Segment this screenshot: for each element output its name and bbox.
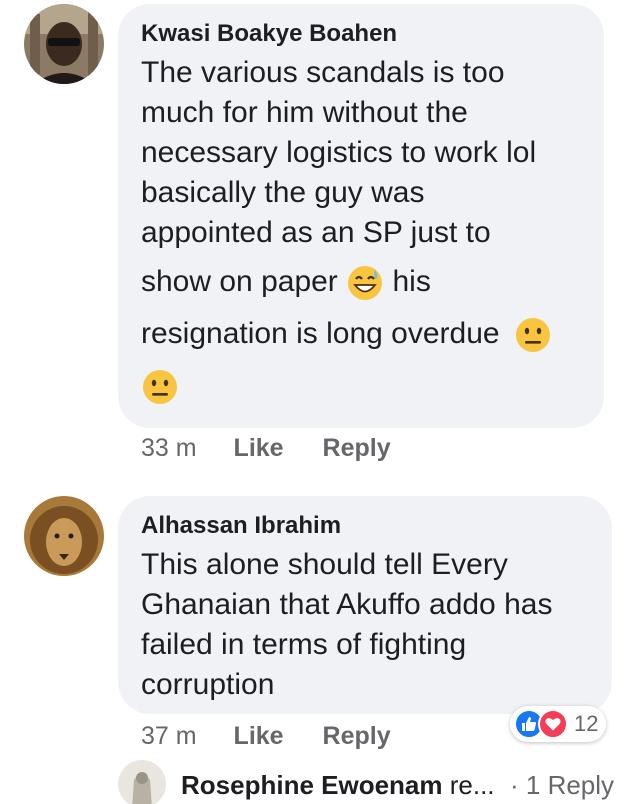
comment-text-line: The various scandals is too	[141, 56, 505, 89]
comment-text-line: basically the guy was	[141, 176, 425, 209]
reply-author[interactable]: Rosephine Ewoenam	[181, 770, 443, 800]
comment-actions: 37 m Like Reply	[141, 722, 391, 751]
neutral-face-emoji	[141, 368, 179, 406]
comment-text: The various scandals is too much for him…	[141, 53, 601, 411]
comment-text-line: failed in terms of fighting	[141, 628, 467, 661]
comment-text-line: This alone should tell Every	[141, 548, 508, 581]
comment-text-line: show on paper his	[141, 257, 601, 307]
love-reaction-icon	[538, 709, 568, 739]
comment-text-segment: show on paper	[141, 265, 338, 298]
reply-snippet: re...	[442, 770, 495, 800]
comment-timestamp[interactable]: 33 m	[141, 434, 197, 463]
comment-timestamp[interactable]: 37 m	[141, 722, 197, 751]
comment-text-line: resignation is long overdue	[141, 307, 601, 361]
like-button[interactable]: Like	[234, 434, 284, 463]
avatar-alhassan[interactable]	[24, 496, 104, 576]
reply-button[interactable]: Reply	[323, 434, 391, 463]
comment-author[interactable]: Kwasi Boakye Boahen	[141, 20, 397, 48]
like-button[interactable]: Like	[234, 722, 284, 751]
comment-text-line: necessary logistics to work lol	[141, 136, 537, 169]
reply-preview[interactable]: Rosephine Ewoenam re...	[181, 770, 495, 801]
reply-button[interactable]: Reply	[323, 722, 391, 751]
avatar-kwasi[interactable]	[24, 4, 104, 84]
comment-actions: 33 m Like Reply	[141, 434, 391, 463]
view-replies-link[interactable]: · 1 Reply	[510, 770, 614, 801]
comment-text-line: corruption	[141, 668, 275, 701]
comment-text: This alone should tell Every Ghanaian th…	[141, 545, 606, 705]
grinning-sweat-emoji	[346, 264, 384, 302]
comment-text-line: much for him without the	[141, 96, 468, 129]
reaction-summary[interactable]: 12	[510, 706, 607, 742]
comment-text-line: Ghanaian that Akuffo addo has	[141, 588, 553, 621]
comment-text-line	[141, 361, 601, 411]
comment-text-line: appointed as an SP just to	[141, 216, 491, 249]
reaction-count: 12	[574, 711, 599, 736]
neutral-face-emoji	[514, 316, 552, 354]
avatar-rosephine[interactable]	[118, 760, 166, 804]
comment-text-segment: his	[392, 265, 431, 298]
comment-text-segment: resignation is long overdue	[141, 317, 500, 350]
comment-author[interactable]: Alhassan Ibrahim	[141, 512, 341, 540]
